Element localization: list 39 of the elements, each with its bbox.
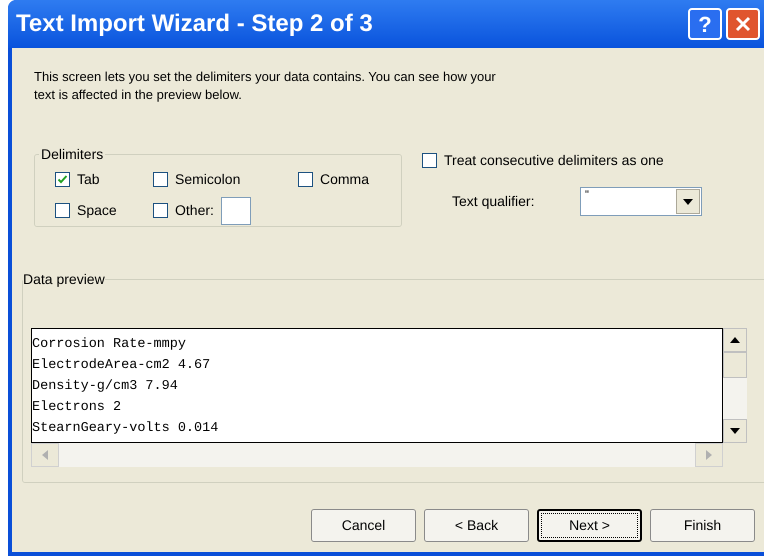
group-title: Data preview (23, 270, 105, 289)
help-button[interactable]: ? (688, 8, 722, 40)
text-qualifier-dropdown[interactable]: " (580, 187, 702, 216)
dialog-button[interactable]: Finish (650, 509, 755, 542)
close-button[interactable] (726, 8, 760, 40)
checkbox-label: Comma (320, 170, 370, 189)
scroll-thumb[interactable] (723, 352, 747, 378)
checkbox-label: Semicolon (175, 170, 240, 189)
checkbox-label: Tab (77, 170, 100, 189)
group-title: Delimiters (40, 145, 104, 164)
dialog-button[interactable]: Next > (537, 509, 642, 542)
other-field[interactable] (220, 196, 251, 224)
preview-line: StearnGeary-volts 0.014 (32, 420, 220, 438)
window-title: Text Import Wizard - Step 2 of 3 (16, 9, 373, 39)
preview-line: ElectrodeArea-cm2 4.67 (32, 357, 212, 375)
down-arrow-icon (730, 428, 740, 434)
checkbox[interactable] (55, 203, 70, 218)
right-arrow-icon (706, 450, 712, 460)
checkbox[interactable] (153, 203, 168, 218)
up-arrow-icon (730, 337, 740, 343)
checkbox-label: Treat consecutive delimiters as one (444, 151, 664, 170)
close-icon (734, 15, 752, 33)
dialog-button[interactable]: < Back (424, 509, 529, 542)
dialog-button[interactable]: Cancel (311, 509, 416, 542)
checkbox-label: Other: (175, 201, 214, 220)
left-arrow-icon (42, 450, 48, 460)
description-text: This screen lets you set the delimiters your data contains. You can see how your text is affected in the preview below. (34, 68, 497, 104)
preview-line: Corrosion Rate-mmpy (32, 336, 187, 354)
preview-line: Density-g/cm3 7.94 (32, 378, 179, 396)
checkbox-label: Space (77, 201, 117, 220)
preview-line: Electrons 2 (32, 399, 122, 417)
field-label: Text qualifier: (452, 192, 536, 211)
checkbox[interactable] (422, 153, 437, 168)
vertical-scrollbar[interactable] (723, 328, 747, 443)
horizontal-scrollbar[interactable] (31, 443, 723, 467)
checkbox[interactable] (298, 172, 313, 187)
checkbox[interactable] (153, 172, 168, 187)
checkbox[interactable] (55, 172, 70, 187)
checkmark-icon (57, 174, 68, 185)
